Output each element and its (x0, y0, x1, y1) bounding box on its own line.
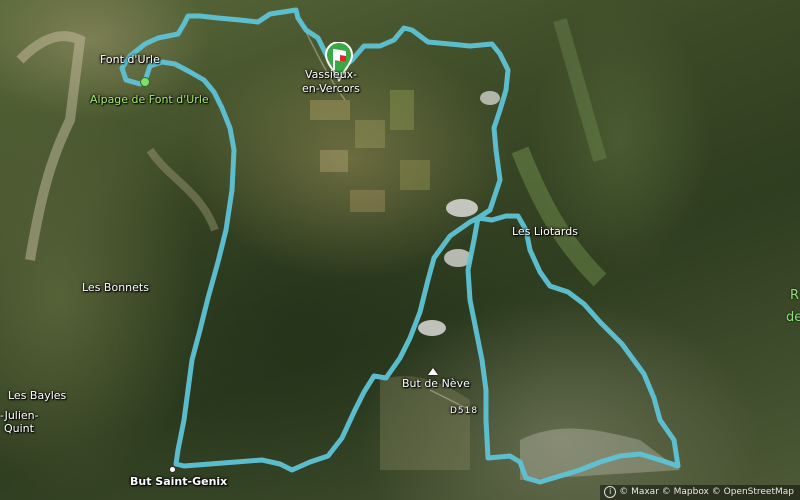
satellite-map[interactable]: Font d'Urle Alpage de Font d'Urle Vassie… (0, 0, 800, 500)
place-julien-quint-line1[interactable]: -Julien- (0, 409, 39, 422)
place-font-durle[interactable]: Font d'Urle (100, 53, 160, 66)
info-icon[interactable]: i (604, 486, 617, 498)
edge-label-r: R (790, 288, 800, 303)
terrain-texture (16, 7, 681, 485)
place-vassieux-line2[interactable]: en-Vercors (302, 82, 360, 95)
place-les-bonnets[interactable]: Les Bonnets (82, 281, 149, 294)
place-alpage-font-durle[interactable]: Alpage de Font d'Urle (90, 93, 209, 106)
road-label-d518: D518 (450, 406, 479, 416)
place-but-de-neve[interactable]: But de Nève (402, 377, 470, 390)
attribution-text[interactable]: © Maxar © Mapbox © OpenStreetMap (619, 487, 794, 497)
town-dot-icon (169, 466, 176, 473)
map-attribution[interactable]: i © Maxar © Mapbox © OpenStreetMap (600, 485, 800, 500)
place-but-saint-genix[interactable]: But Saint-Genix (130, 475, 227, 488)
place-vassieux-line1[interactable]: Vassieux- (305, 68, 357, 81)
place-les-liotards[interactable]: Les Liotards (512, 225, 578, 238)
alpage-poi-icon[interactable] (140, 77, 150, 87)
edge-label-de: de (786, 310, 800, 325)
place-les-bayles[interactable]: Les Bayles (8, 389, 66, 402)
summit-triangle-icon[interactable] (428, 368, 438, 375)
place-julien-quint-line2[interactable]: Quint (4, 422, 34, 435)
